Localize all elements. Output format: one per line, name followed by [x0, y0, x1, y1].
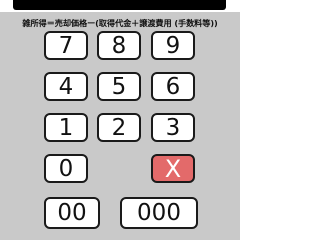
key-7-label: 7	[58, 32, 74, 59]
key-3[interactable]: 3	[151, 113, 195, 142]
key-00[interactable]: 00	[44, 197, 100, 229]
calculator-app: 雑所得＝売却価格ー(取得代金＋譲渡費用 (手数料等)) 7 8 9 4 5 6 …	[0, 0, 240, 240]
key-1[interactable]: 1	[44, 113, 88, 142]
key-3-label: 3	[165, 114, 181, 141]
key-8[interactable]: 8	[97, 31, 141, 60]
display-strip	[0, 0, 240, 12]
formula-label: 雑所得＝売却価格ー(取得代金＋譲渡費用 (手数料等))	[22, 18, 218, 28]
clear-button[interactable]: X	[151, 154, 195, 183]
key-2[interactable]: 2	[97, 113, 141, 142]
key-4[interactable]: 4	[44, 72, 88, 101]
key-2-label: 2	[111, 114, 127, 141]
key-000[interactable]: 000	[120, 197, 198, 229]
key-9[interactable]: 9	[151, 31, 195, 60]
key-9-label: 9	[165, 32, 181, 59]
key-6[interactable]: 6	[151, 72, 195, 101]
clear-icon: X	[164, 154, 182, 183]
key-0[interactable]: 0	[44, 154, 88, 183]
key-5[interactable]: 5	[97, 72, 141, 101]
key-00-label: 00	[57, 200, 87, 226]
amount-display	[13, 0, 226, 10]
key-000-label: 000	[137, 200, 181, 226]
key-4-label: 4	[58, 73, 74, 100]
key-5-label: 5	[111, 73, 127, 100]
key-1-label: 1	[58, 114, 74, 141]
key-6-label: 6	[165, 73, 181, 100]
key-7[interactable]: 7	[44, 31, 88, 60]
key-0-label: 0	[58, 155, 74, 182]
key-8-label: 8	[111, 32, 127, 59]
